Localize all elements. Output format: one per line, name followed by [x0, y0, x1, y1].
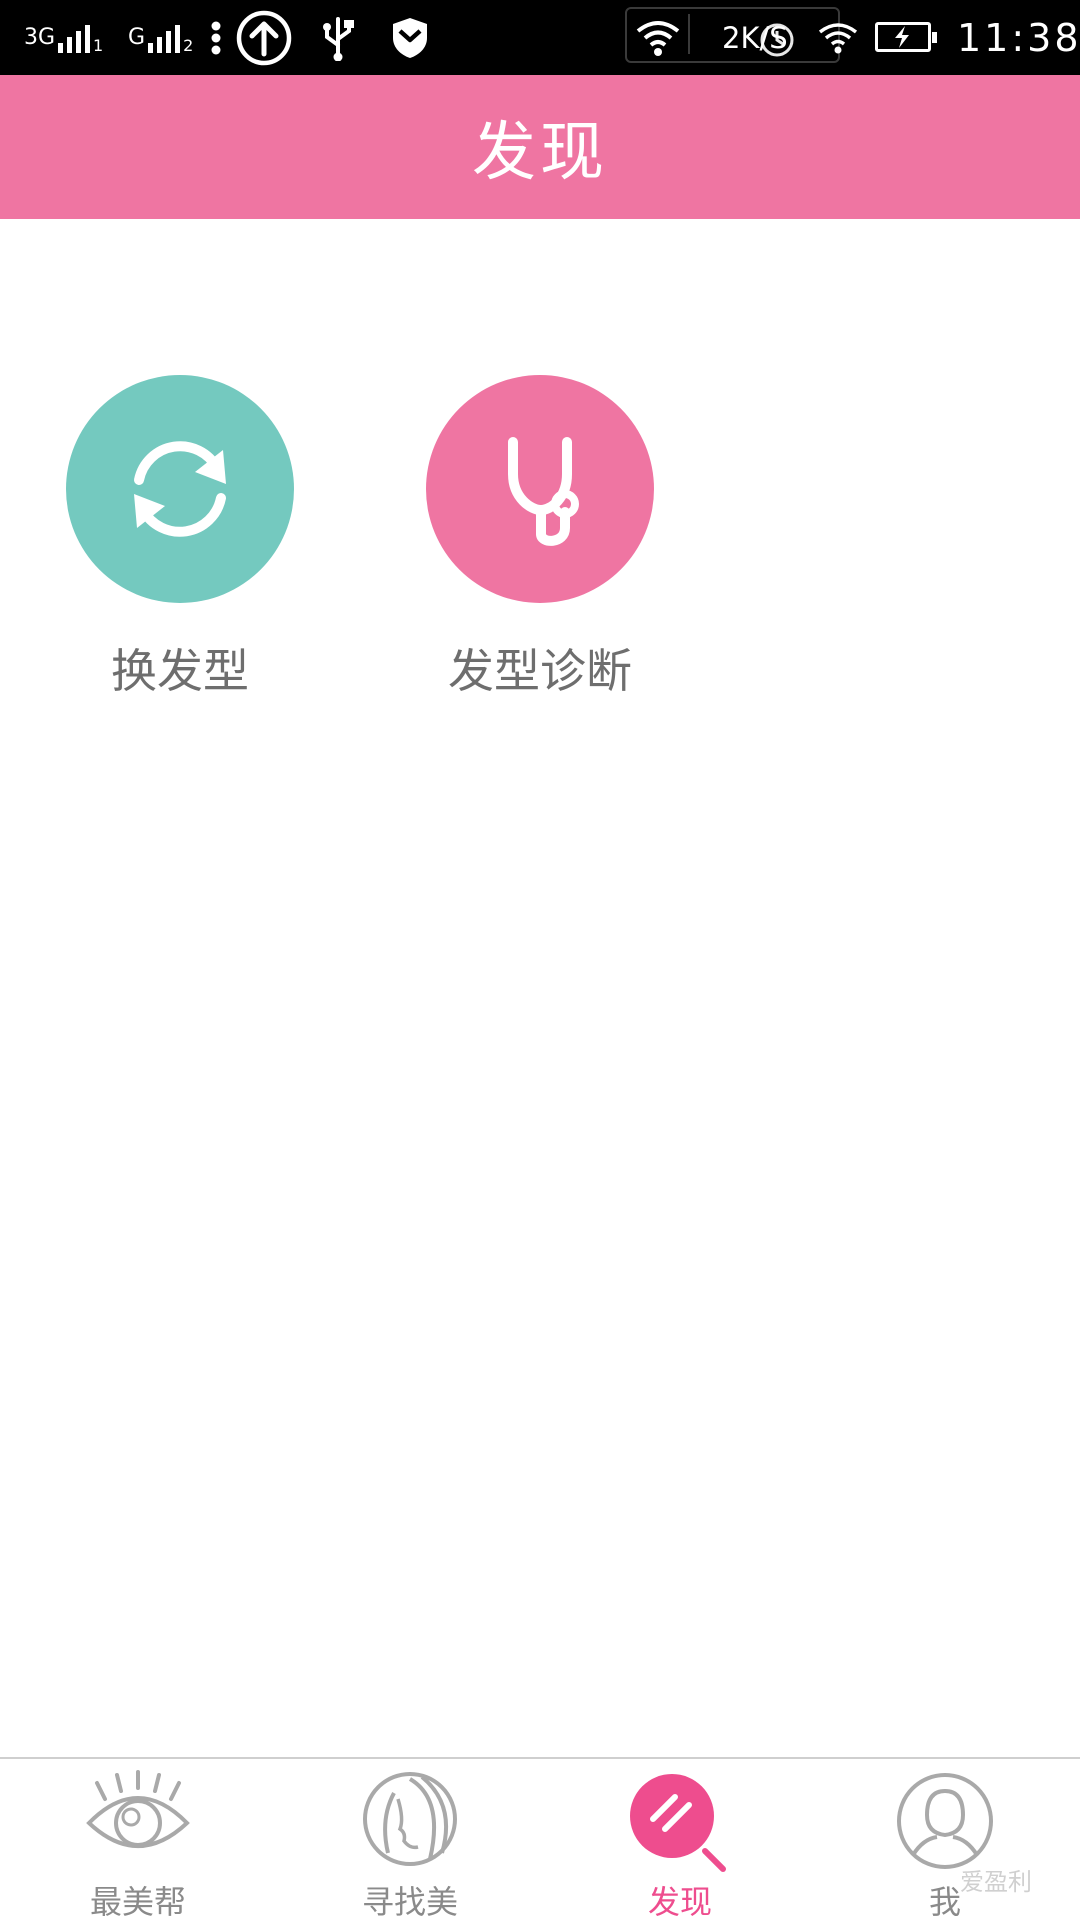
nav-label: 最美帮 [89, 1883, 186, 1921]
eye-icon [83, 1769, 193, 1865]
feature-change-hairstyle[interactable]: 换发型 [40, 375, 320, 701]
battery-icon [875, 22, 937, 52]
nav-label: 寻找美 [361, 1883, 458, 1921]
shield-icon [390, 0, 430, 75]
feature-circle [426, 375, 654, 603]
alarm-icon [757, 0, 797, 75]
bottom-nav: 最美帮 寻找美 发现 我 [0, 1757, 1080, 1922]
status-bar: 3G 1 G 2 2K/S 11:38 [0, 0, 1080, 75]
feature-hair-diagnosis[interactable]: 发型诊断 [400, 375, 680, 701]
network-type-1: 3G [24, 25, 56, 50]
hair-profile-icon [358, 1769, 462, 1873]
signal-sim2: G 2 [128, 0, 193, 75]
more-dots-icon [210, 0, 222, 75]
sim-index-2: 2 [183, 36, 194, 55]
wifi-icon [635, 0, 681, 75]
watermark: 爱盈利 [960, 1868, 1032, 1896]
nav-label: 发现 [647, 1883, 712, 1921]
feature-label: 换发型 [111, 644, 249, 698]
feature-label: 发型诊断 [448, 644, 632, 698]
signal-bars-2-icon [148, 23, 181, 53]
network-type-2: G [128, 25, 146, 50]
nav-item-me[interactable]: 我 [845, 1759, 1045, 1922]
signal-sim1: 3G 1 [24, 0, 103, 75]
feature-circle [66, 375, 294, 603]
signal-bars-1-icon [58, 23, 91, 53]
upload-arrow-icon [236, 0, 292, 75]
usb-icon [318, 0, 358, 75]
clock-wrap: 11:38 [957, 0, 1080, 75]
sim-index-1: 1 [93, 36, 104, 55]
nav-item-xunzhaomei[interactable]: 寻找美 [310, 1759, 510, 1922]
top-bar: 发现 [0, 75, 1080, 219]
stethoscope-icon [508, 437, 579, 546]
page-title: 发现 [472, 116, 608, 190]
nav-item-zuimeibang[interactable]: 最美帮 [38, 1759, 238, 1922]
wifi-signal-icon [818, 0, 858, 75]
clock: 11:38 [957, 15, 1080, 60]
user-icon [893, 1769, 997, 1877]
mirror-icon [625, 1769, 735, 1883]
refresh-icon [134, 441, 226, 537]
nav-item-faxian[interactable]: 发现 [580, 1759, 780, 1922]
net-divider [688, 14, 690, 54]
